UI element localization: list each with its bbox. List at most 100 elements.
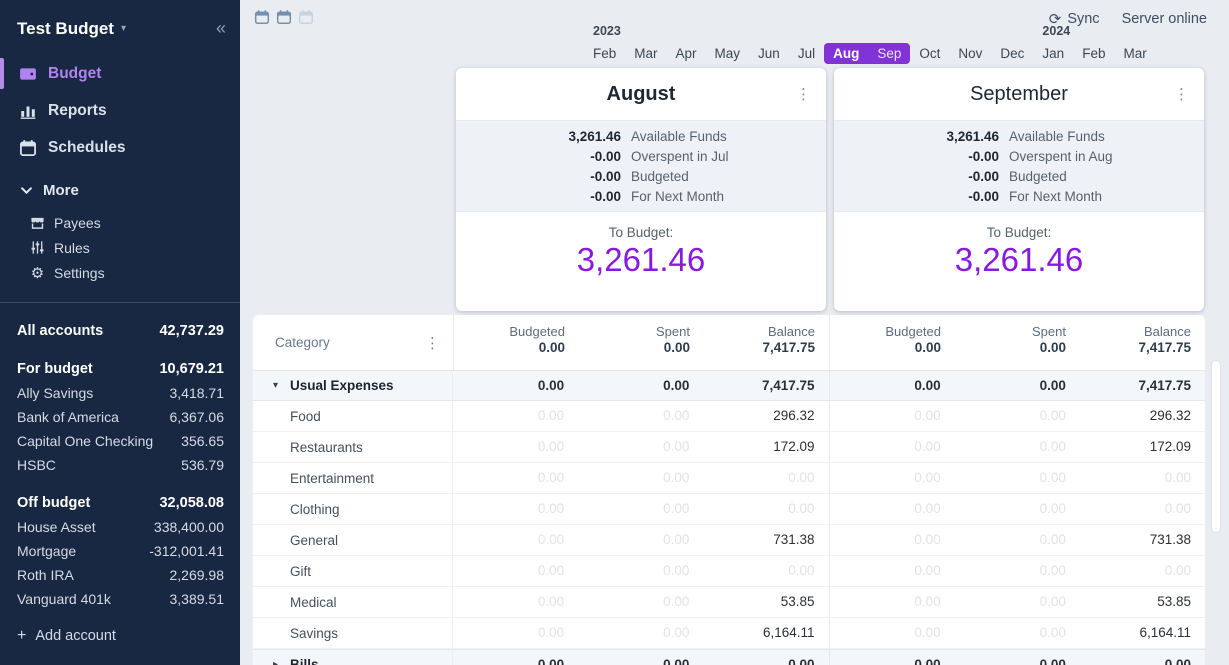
account-row[interactable]: Ally Savings 3,418.71	[0, 381, 240, 405]
budgeted-cell[interactable]: 0.00	[453, 494, 578, 524]
add-account-button[interactable]: + Add account	[0, 627, 240, 645]
budgeted-cell[interactable]: 0.00	[453, 650, 578, 665]
server-status[interactable]: Server online	[1122, 11, 1207, 27]
budgeted-cell[interactable]: 0.00	[829, 432, 955, 462]
sidebar-item-schedules[interactable]: Schedules	[0, 129, 240, 166]
account-row[interactable]: Roth IRA 2,269.98	[0, 563, 240, 587]
sidebar-item-more[interactable]: More	[0, 174, 240, 206]
account-row[interactable]: Vanguard 401k 3,389.51	[0, 587, 240, 611]
to-budget-amount[interactable]: 3,261.46	[834, 241, 1204, 279]
expand-arrow-icon[interactable]: ▾	[273, 380, 278, 391]
for-budget-row[interactable]: For budget 10,679.21	[0, 357, 240, 381]
account-name: Mortgage	[17, 543, 76, 559]
account-balance: 536.79	[181, 457, 224, 473]
account-name: Vanguard 401k	[17, 591, 111, 607]
category-row[interactable]: Medical 0.00 0.00 53.85 0.00 0.00 53.85	[253, 587, 1205, 618]
category-row[interactable]: Restaurants 0.00 0.00 172.09 0.00 0.00 1…	[253, 432, 1205, 463]
budgeted-cell[interactable]: 0.00	[829, 650, 955, 665]
budgeted-cell[interactable]: 0.00	[829, 556, 955, 586]
kebab-menu-icon[interactable]: ⋮	[796, 85, 811, 103]
month-tab[interactable]: Aug	[824, 43, 868, 64]
budgeted-cell[interactable]: 0.00	[829, 494, 955, 524]
kebab-menu-icon[interactable]: ⋮	[1174, 85, 1189, 103]
collapse-sidebar-icon[interactable]: «	[216, 18, 226, 39]
summary-amount: -0.00	[844, 169, 999, 184]
budgeted-cell[interactable]: 0.00	[453, 432, 578, 462]
column-header[interactable]: Spent 0.00	[955, 315, 1080, 370]
month-tab[interactable]: Nov	[949, 43, 991, 64]
category-name-cell[interactable]: Entertainment	[253, 463, 453, 493]
month-tab[interactable]: Oct	[910, 43, 949, 64]
category-row[interactable]: Clothing 0.00 0.00 0.00 0.00 0.00 0.00	[253, 494, 1205, 525]
budgeted-cell[interactable]: 0.00	[829, 618, 955, 648]
budgeted-cell[interactable]: 0.00	[453, 463, 578, 493]
month-tab[interactable]: Jul	[789, 43, 824, 64]
all-accounts-row[interactable]: All accounts 42,737.29	[0, 319, 240, 343]
scrollbar-thumb[interactable]	[1212, 361, 1220, 532]
month-tab[interactable]: Mar	[1114, 43, 1155, 64]
sidebar-item-payees[interactable]: Payees	[0, 210, 240, 235]
category-row[interactable]: General 0.00 0.00 731.38 0.00 0.00 731.3…	[253, 525, 1205, 556]
category-name-cell[interactable]: Food	[253, 401, 453, 431]
category-name-cell[interactable]: Savings	[253, 618, 453, 648]
category-name-cell[interactable]: Gift	[253, 556, 453, 586]
category-row[interactable]: Gift 0.00 0.00 0.00 0.00 0.00 0.00	[253, 556, 1205, 587]
column-header[interactable]: Balance 7,417.75	[1080, 315, 1205, 370]
budgeted-cell[interactable]: 0.00	[829, 525, 955, 555]
column-header[interactable]: Balance 7,417.75	[704, 315, 829, 370]
month-tab[interactable]: Apr	[667, 43, 706, 64]
category-name-cell[interactable]: Clothing	[253, 494, 453, 524]
category-column-header[interactable]: Category ⋮	[253, 315, 453, 370]
account-row[interactable]: Bank of America 6,367.06	[0, 405, 240, 429]
category-row[interactable]: ▸ Bills 0.00 0.00 0.00 0.00 0.00 0.00	[253, 649, 1205, 665]
category-name-cell[interactable]: Restaurants	[253, 432, 453, 462]
month-tab[interactable]: Feb	[1073, 43, 1114, 64]
category-name-cell[interactable]: General	[253, 525, 453, 555]
sidebar-item-reports[interactable]: Reports	[0, 92, 240, 129]
budgeted-cell[interactable]: 0.00	[829, 463, 955, 493]
category-name-cell[interactable]: ▸ Bills	[253, 650, 453, 665]
month-tab[interactable]: 2023 Feb	[584, 43, 625, 64]
expand-arrow-icon[interactable]: ▸	[273, 659, 278, 665]
budgeted-cell[interactable]: 0.00	[453, 587, 578, 617]
to-budget-amount[interactable]: 3,261.46	[456, 241, 826, 279]
sidebar-item-rules[interactable]: Rules	[0, 235, 240, 260]
month-count-button[interactable]	[254, 9, 270, 25]
month-tab[interactable]: May	[706, 43, 750, 64]
sidebar-item-budget[interactable]: Budget	[0, 55, 240, 92]
month-tab[interactable]: Dec	[991, 43, 1033, 64]
budgeted-cell[interactable]: 0.00	[453, 371, 578, 400]
sync-button[interactable]: ⟳ Sync	[1049, 10, 1100, 28]
category-row[interactable]: Food 0.00 0.00 296.32 0.00 0.00 296.32	[253, 401, 1205, 432]
sidebar-item-settings[interactable]: ⚙ Settings	[0, 260, 240, 285]
budgeted-cell[interactable]: 0.00	[453, 525, 578, 555]
column-header[interactable]: Spent 0.00	[579, 315, 704, 370]
budget-switcher[interactable]: Test Budget ▾	[17, 19, 126, 39]
category-name-cell[interactable]: ▾ Usual Expenses	[253, 371, 453, 400]
kebab-menu-icon[interactable]: ⋮	[425, 334, 440, 352]
budgeted-cell[interactable]: 0.00	[453, 556, 578, 586]
column-total: 0.00	[454, 340, 565, 355]
month-tab[interactable]: Mar	[625, 43, 666, 64]
category-row[interactable]: Savings 0.00 0.00 6,164.11 0.00 0.00 6,1…	[253, 618, 1205, 649]
category-row[interactable]: ▾ Usual Expenses 0.00 0.00 7,417.75 0.00…	[253, 370, 1205, 401]
category-name-cell[interactable]: Medical	[253, 587, 453, 617]
budgeted-cell[interactable]: 0.00	[829, 401, 955, 431]
account-row[interactable]: Mortgage -312,001.41	[0, 539, 240, 563]
account-row[interactable]: Capital One Checking 356.65	[0, 429, 240, 453]
category-row[interactable]: Entertainment 0.00 0.00 0.00 0.00 0.00 0…	[253, 463, 1205, 494]
month-count-button[interactable]	[276, 9, 292, 25]
month-tab[interactable]: Jun	[749, 43, 789, 64]
spent-cell: 0.00	[955, 432, 1080, 462]
column-header[interactable]: Budgeted 0.00	[454, 315, 579, 370]
column-header[interactable]: Budgeted 0.00	[829, 315, 955, 370]
budgeted-cell[interactable]: 0.00	[453, 401, 578, 431]
month-tab[interactable]: 2024 Jan	[1033, 43, 1073, 64]
account-row[interactable]: HSBC 536.79	[0, 453, 240, 477]
month-tab[interactable]: Sep	[868, 43, 910, 64]
budgeted-cell[interactable]: 0.00	[829, 587, 955, 617]
off-budget-row[interactable]: Off budget 32,058.08	[0, 491, 240, 515]
account-row[interactable]: House Asset 338,400.00	[0, 515, 240, 539]
budgeted-cell[interactable]: 0.00	[453, 618, 578, 648]
budgeted-cell[interactable]: 0.00	[829, 371, 955, 400]
